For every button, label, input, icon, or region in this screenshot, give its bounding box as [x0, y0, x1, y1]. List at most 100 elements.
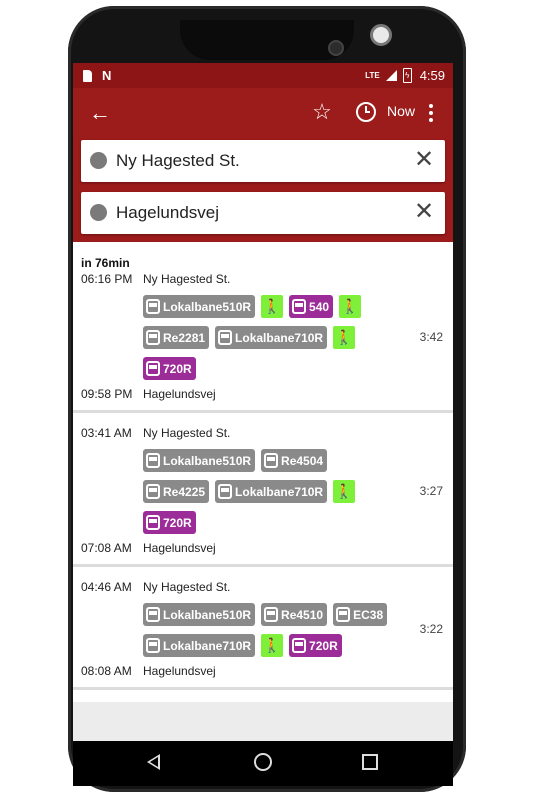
trip-duration: 3:22 — [419, 622, 443, 636]
signal-icon — [385, 70, 397, 81]
app-bar: ← ☆ Now — [73, 88, 453, 138]
bus-icon — [146, 453, 160, 468]
trip-item[interactable]: in 76min 06:16 PM Ny Hagested St. Lokalbane… — [73, 242, 453, 413]
bus-icon — [264, 607, 279, 622]
now-button[interactable]: Now — [387, 103, 415, 119]
trip-start-in — [81, 413, 445, 423]
transit-line-label: Re2281 — [163, 330, 206, 345]
battery-icon: ϟ — [402, 68, 412, 83]
app-notification-icon: N — [102, 68, 112, 83]
transit-line-label: EC38 — [353, 607, 384, 622]
trip-duration: 3:42 — [419, 329, 443, 344]
status-time: 4:59 — [419, 68, 445, 83]
screen: N LTE ϟ 4:59 ← ☆ Now Ny Hagested St. ✕ H… — [73, 63, 453, 741]
trip-duration: 3:27 — [419, 483, 443, 498]
transit-line-label: 720R — [163, 515, 192, 530]
favorite-star-icon[interactable]: ☆ — [309, 99, 335, 125]
transit-line-badge: 540 — [289, 295, 334, 318]
trip-item[interactable]: 04:46 AM Ny Hagested St. Lokalbane510R Re45… — [73, 567, 453, 690]
transit-line-badge: 720R — [143, 511, 196, 534]
trip-start-in — [81, 567, 445, 577]
trip-results-list[interactable]: in 76min 06:16 PM Ny Hagested St. Lokalbane… — [73, 242, 453, 702]
transit-line-badge: Lokalbane510R — [143, 603, 256, 626]
walk-icon: 🚶 — [339, 295, 362, 318]
clear-from-icon[interactable]: ✕ — [411, 146, 437, 174]
departure-place: Ny Hagested St. — [143, 426, 231, 440]
transit-line-label: Re4510 — [281, 607, 324, 622]
nav-recents-icon[interactable] — [362, 754, 378, 770]
walk-icon: 🚶 — [333, 326, 356, 349]
transit-line-label: Re4225 — [163, 484, 206, 499]
status-bar: N LTE ϟ 4:59 — [73, 63, 453, 88]
walk-icon: 🚶 — [261, 634, 284, 657]
transit-line-badge: Re4510 — [261, 603, 328, 626]
trip-legs: Lokalbane510R 🚶 540 🚶 Re2281 Lokalbane710R 🚶 72… — [143, 289, 373, 384]
system-nav-bar — [73, 741, 453, 786]
overflow-menu-icon[interactable] — [423, 100, 439, 126]
bus-icon — [146, 607, 160, 622]
arrival-place: Hagelundsvej — [143, 664, 216, 678]
transit-line-badge: Lokalbane510R — [143, 295, 256, 318]
from-value: Ny Hagested St. — [116, 151, 240, 170]
bus-icon — [218, 330, 233, 345]
bus-icon — [336, 607, 351, 622]
bus-icon — [264, 453, 279, 468]
trip-start-in: in 76min — [81, 256, 130, 270]
departure-row: 03:41 AM Ny Hagested St. — [81, 423, 445, 443]
bus-icon — [146, 638, 160, 653]
arrival-place: Hagelundsvej — [143, 541, 216, 555]
arrival-time: 08:08 AM — [81, 664, 132, 678]
departure-place: Ny Hagested St. — [143, 580, 231, 594]
arrival-time: 07:08 AM — [81, 541, 132, 555]
front-camera — [370, 24, 392, 46]
walk-icon: 🚶 — [261, 295, 284, 318]
transit-line-label: Lokalbane710R — [235, 330, 324, 345]
back-arrow-icon[interactable]: ← — [87, 100, 113, 126]
transit-line-badge: Lokalbane710R — [215, 480, 328, 503]
trip-legs: Lokalbane510R Re4504 Re4225 Lokalbane710R 🚶 7… — [143, 443, 373, 538]
transit-line-label: Re4504 — [281, 453, 324, 468]
transit-line-label: Lokalbane510R — [163, 453, 252, 468]
trip-item[interactable]: 03:41 AM Ny Hagested St. Lokalbane510R Re45… — [73, 413, 453, 567]
transit-line-badge: Re4225 — [143, 480, 210, 503]
transit-line-label: Lokalbane510R — [163, 299, 252, 314]
bus-icon — [146, 484, 160, 499]
transit-line-badge: Re2281 — [143, 326, 210, 349]
departure-row: 04:46 AM Ny Hagested St. — [81, 577, 445, 597]
arrival-row: 09:58 PM Hagelundsvej — [81, 384, 445, 410]
bus-icon — [146, 515, 160, 530]
bus-icon — [146, 330, 160, 345]
arrival-time: 09:58 PM — [81, 387, 133, 401]
location-dot-icon — [90, 152, 107, 169]
transit-line-badge: EC38 — [333, 603, 388, 626]
transit-line-badge: Lokalbane710R — [215, 326, 328, 349]
transit-line-label: Lokalbane510R — [163, 607, 252, 622]
arrival-row: 07:08 AM Hagelundsvej — [81, 538, 445, 564]
time-picker-clock-icon[interactable] — [353, 99, 379, 125]
bus-icon — [146, 361, 160, 376]
sensor-dot — [328, 40, 344, 56]
departure-time: 03:41 AM — [81, 426, 132, 440]
transit-line-label: 720R — [309, 638, 338, 653]
walk-icon: 🚶 — [333, 480, 356, 503]
clear-to-icon[interactable]: ✕ — [411, 198, 437, 226]
transit-line-badge: Lokalbane510R — [143, 449, 256, 472]
bus-icon — [146, 299, 160, 314]
transit-line-badge: Re4504 — [261, 449, 328, 472]
to-value: Hagelundsvej — [116, 203, 220, 222]
to-field[interactable]: Hagelundsvej ✕ — [81, 192, 445, 234]
arrival-place: Hagelundsvej — [143, 387, 216, 401]
nav-back-icon[interactable] — [147, 754, 160, 770]
sd-card-icon — [83, 69, 92, 82]
transit-line-label: Lokalbane710R — [235, 484, 324, 499]
phone-top-bezel — [180, 20, 354, 60]
nav-home-icon[interactable] — [254, 753, 272, 771]
transit-line-label: 720R — [163, 361, 192, 376]
bus-icon — [218, 484, 233, 499]
transit-line-label: Lokalbane710R — [163, 638, 252, 653]
from-field[interactable]: Ny Hagested St. ✕ — [81, 140, 445, 182]
departure-place: Ny Hagested St. — [143, 272, 231, 286]
departure-time: 06:16 PM — [81, 272, 133, 286]
departure-row: 06:16 PM Ny Hagested St. — [81, 269, 445, 289]
search-area: Ny Hagested St. ✕ Hagelundsvej ✕ — [73, 138, 453, 242]
